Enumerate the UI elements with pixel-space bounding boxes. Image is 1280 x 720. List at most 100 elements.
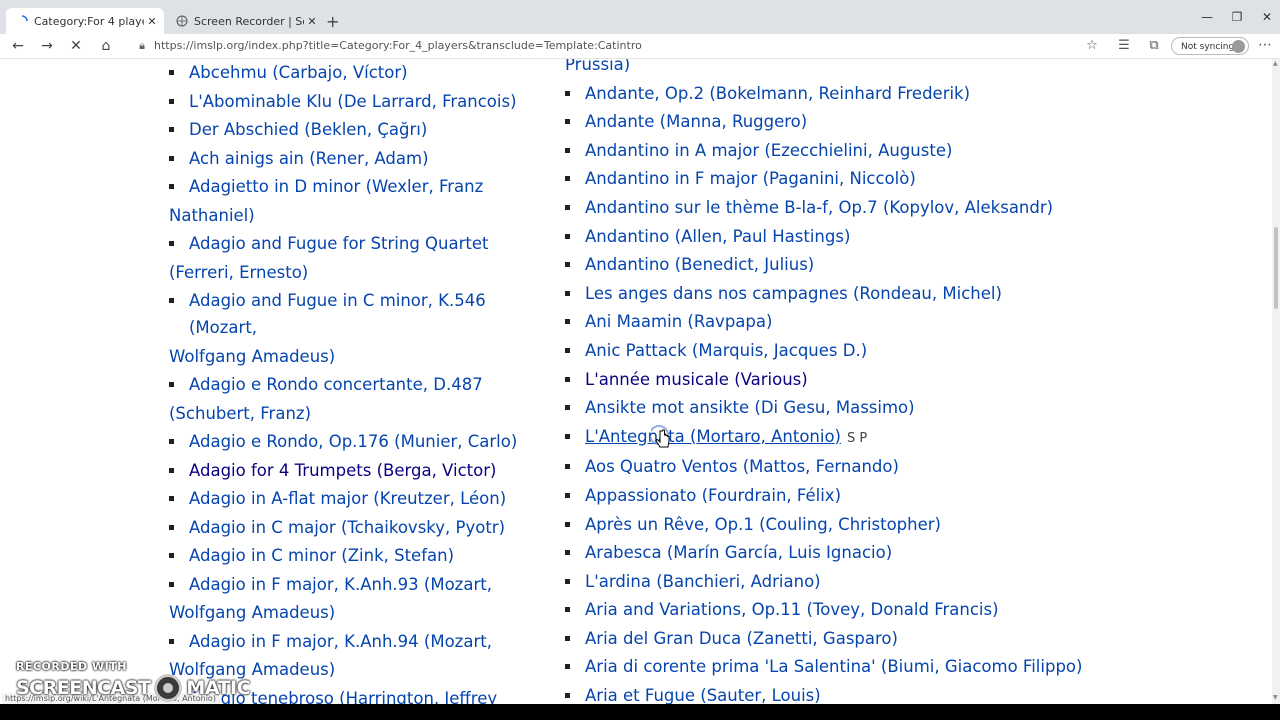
work-link[interactable]: L'Abominable Klu (De Larrard, Francois) <box>189 92 517 111</box>
recording-watermark: RECORDED WITH SCREENCAST MATIC <box>16 660 251 702</box>
work-link-continued[interactable]: Nathaniel) <box>169 206 255 225</box>
work-link[interactable]: Adagio and Fugue for String Quartet <box>189 234 489 253</box>
work-title: Andantino sur le thème B-la-f, Op.7 <box>585 197 878 217</box>
list-item: Andantino in A major (Ezecchielini, Augu… <box>565 137 1265 164</box>
work-link-continued[interactable]: Wolfgang Amadeus) <box>169 347 335 366</box>
work-composer: (Allen, Paul Hastings) <box>674 226 851 246</box>
work-composer: (Kreutzer, Léon) <box>373 489 507 508</box>
close-tab-icon[interactable]: ✕ <box>304 15 320 28</box>
scrollbar-thumb[interactable] <box>1274 227 1278 309</box>
scrollbar[interactable] <box>1272 59 1280 704</box>
restore-icon[interactable]: ❐ <box>1222 10 1252 24</box>
work-link[interactable]: Adagio in A-flat major (Kreutzer, Léon) <box>189 489 506 508</box>
work-link[interactable]: Adagio e Rondo concertante, D.487 <box>189 375 483 394</box>
work-link[interactable]: Aria et Fugue (Sauter, Louis) <box>585 686 821 704</box>
work-link[interactable]: Adagio in F major, K.Anh.93 (Mozart, <box>189 575 492 594</box>
minimize-icon[interactable]: — <box>1192 10 1222 24</box>
home-icon[interactable]: ⌂ <box>94 36 118 56</box>
list-item: Après un Rêve, Op.1 (Couling, Christophe… <box>565 511 1265 538</box>
watermark-brand-suffix: MATIC <box>186 677 251 699</box>
sync-label: Not syncing <box>1181 42 1235 52</box>
list-item: Adagio for 4 Trumpets (Berga, Victor) <box>169 457 554 484</box>
tab-imslp[interactable]: Category:For 4 players - IMSLP: Free She… <box>6 8 164 34</box>
work-link[interactable]: Arabesca (Marín García, Luis Ignacio) <box>585 543 892 562</box>
work-link[interactable]: Après un Rêve, Op.1 (Couling, Christophe… <box>585 515 941 534</box>
sync-button[interactable]: Not syncing <box>1171 37 1249 55</box>
work-link[interactable]: Adagio for 4 Trumpets (Berga, Victor) <box>189 461 496 480</box>
scroll-up-icon[interactable]: ▲ <box>1273 60 1278 67</box>
work-composer: (Munier, Carlo) <box>394 432 518 451</box>
scroll-down-icon[interactable]: ▼ <box>1273 694 1278 701</box>
watermark-line1: RECORDED WITH <box>16 660 127 673</box>
list-item: Andantino in F major (Paganini, Niccolò) <box>565 165 1265 192</box>
work-link[interactable]: Andantino in A major (Ezecchielini, Augu… <box>585 141 952 160</box>
favorite-star-icon[interactable]: ☆ <box>1082 37 1102 55</box>
work-link[interactable]: Adagio in C minor (Zink, Stefan) <box>189 546 454 565</box>
work-link[interactable]: Ach ainigs ain (Rener, Adam) <box>189 149 429 168</box>
work-link[interactable]: Ansikte mot ansikte (Di Gesu, Massimo) <box>585 398 915 417</box>
more-icon[interactable]: ⋯ <box>1258 37 1272 53</box>
forward-icon[interactable]: → <box>35 36 59 56</box>
work-link[interactable]: Andantino (Benedict, Julius) <box>585 255 814 274</box>
work-composer: (Beklen, Çağrı) <box>304 120 428 139</box>
work-composer: (Zink, Stefan) <box>341 546 455 565</box>
work-title: Les anges dans nos campagnes <box>585 283 848 303</box>
work-link-continued[interactable]: Wolfgang Amadeus) <box>169 603 335 622</box>
work-link[interactable]: Adagio and Fugue in C minor, K.546 (Moza… <box>189 291 486 337</box>
work-link[interactable]: Andante, Op.2 (Bokelmann, Reinhard Frede… <box>585 84 970 103</box>
work-composer: (Mozart, <box>423 574 492 594</box>
work-link[interactable]: Abcehmu (Carbajo, Víctor) <box>189 63 408 82</box>
work-link[interactable]: Der Abschied (Beklen, Çağrı) <box>189 120 427 139</box>
plus-icon[interactable]: + <box>326 12 339 31</box>
works-list-right: Prussia) Andante, Op.2 (Bokelmann, Reinh… <box>565 59 1265 704</box>
stop-loading-icon[interactable]: ✕ <box>64 36 88 56</box>
back-icon[interactable]: ← <box>6 36 30 56</box>
work-link[interactable]: Adagietto in D minor (Wexler, Franz <box>189 177 483 196</box>
tab-screencast[interactable]: Screen Recorder | Screencast-O-Matic ✕ <box>166 8 324 34</box>
work-composer: (Banchieri, Adriano) <box>656 571 821 591</box>
work-link[interactable]: Appassionato (Fourdrain, Félix) <box>585 486 841 505</box>
list-item-continuation: Nathaniel) <box>169 202 554 229</box>
work-link[interactable]: Aria and Variations, Op.11 (Tovey, Donal… <box>585 600 999 619</box>
address-bar[interactable]: 🔒︎ https://imslp.org/index.php?title=Cate… <box>136 36 1076 56</box>
work-title: Andantino in F major <box>585 169 758 189</box>
watermark-brand: SCREENCAST <box>16 677 151 699</box>
collections-icon[interactable]: ⧉ <box>1144 37 1164 55</box>
work-composer: (Tchaikovsky, Pyotr) <box>340 517 506 537</box>
work-link[interactable]: Prussia) <box>565 59 630 74</box>
work-link-continued[interactable]: (Ferreri, Ernesto) <box>169 263 308 282</box>
work-link[interactable]: Aos Quatro Ventos (Mattos, Fernando) <box>585 457 899 476</box>
work-link[interactable]: L'Antegnata (Mortaro, Antonio) <box>585 427 841 446</box>
work-link[interactable]: Anic Pattack (Marquis, Jacques D.) <box>585 341 867 360</box>
work-link[interactable]: Andantino sur le thème B-la-f, Op.7 (Kop… <box>585 198 1053 217</box>
work-composer: (Ravpapa) <box>687 312 773 332</box>
list-item: Aria and Variations, Op.11 (Tovey, Donal… <box>565 596 1265 623</box>
favorites-icon[interactable]: ☰ <box>1114 37 1134 55</box>
close-tab-icon[interactable]: ✕ <box>144 15 160 28</box>
work-link[interactable]: Adagio e Rondo, Op.176 (Munier, Carlo) <box>189 432 517 451</box>
close-icon[interactable]: ✕ <box>1252 10 1280 24</box>
list-item: L'Abominable Klu (De Larrard, Francois) <box>169 88 554 115</box>
work-title: L'ardina <box>585 571 651 591</box>
work-composer: (De Larrard, Francois) <box>337 91 517 111</box>
work-composer: (Zanetti, Gasparo) <box>746 628 898 648</box>
work-link[interactable]: L'année musicale (Various) <box>585 370 808 389</box>
work-link[interactable]: Andantino (Allen, Paul Hastings) <box>585 227 850 246</box>
work-link[interactable]: Adagio in C major (Tchaikovsky, Pyotr) <box>189 518 505 537</box>
work-link-continued[interactable]: (Schubert, Franz) <box>169 404 311 423</box>
work-link[interactable]: Adagio in F major, K.Anh.94 (Mozart, <box>189 632 492 651</box>
work-link[interactable]: Les anges dans nos campagnes (Rondeau, M… <box>585 284 1002 303</box>
work-link[interactable]: Andantino in F major (Paganini, Niccolò) <box>585 169 916 188</box>
work-title: Adagio e Rondo, Op.176 <box>189 432 389 451</box>
list-item: Ach ainigs ain (Rener, Adam) <box>169 145 554 172</box>
work-link[interactable]: Andante (Manna, Ruggero) <box>585 112 807 131</box>
list-item: Adagietto in D minor (Wexler, Franz <box>169 173 554 200</box>
work-title: Adagio in A-flat major <box>189 489 369 508</box>
work-link[interactable]: Aria di corente prima 'La Salentina' (Bi… <box>585 657 1082 676</box>
work-link[interactable]: L'ardina (Banchieri, Adriano) <box>585 572 821 591</box>
list-item: Andante (Manna, Ruggero) <box>565 108 1265 135</box>
work-link[interactable]: Aria del Gran Duca (Zanetti, Gasparo) <box>585 629 898 648</box>
list-item: Ani Maamin (Ravpapa) <box>565 308 1265 335</box>
work-link[interactable]: Ani Maamin (Ravpapa) <box>585 312 772 331</box>
work-title: Adagio and Fugue for String Quartet <box>189 234 489 253</box>
